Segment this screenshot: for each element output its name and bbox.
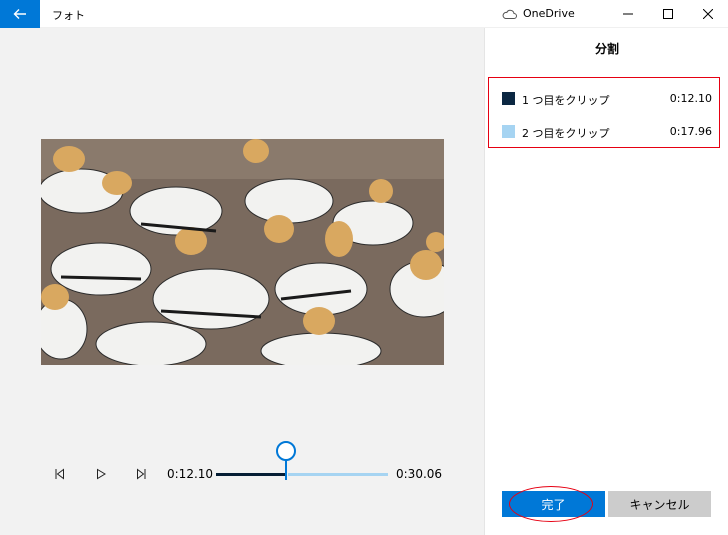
timeline-remaining[interactable] <box>288 473 388 476</box>
panel-title: 分割 <box>594 42 619 56</box>
close-button[interactable] <box>688 0 728 28</box>
clip-color-swatch <box>502 92 515 105</box>
clip-color-swatch <box>502 125 515 138</box>
current-time: 0:12.10 <box>167 467 214 481</box>
window-controls <box>608 0 728 28</box>
cancel-button[interactable]: キャンセル <box>608 491 711 517</box>
clip-label: 2 つ目をクリップ <box>522 127 610 140</box>
clip-time: 0:17.96 <box>669 125 712 138</box>
total-time: 0:30.06 <box>396 467 443 481</box>
timeline-played[interactable] <box>216 473 286 476</box>
clip-item-1[interactable]: 1 つ目をクリップ 0:12.10 <box>489 89 719 109</box>
step-forward-icon <box>137 468 146 480</box>
clip-label: 1 つ目をクリップ <box>522 94 610 107</box>
maximize-button[interactable] <box>648 0 688 28</box>
close-icon <box>703 9 713 19</box>
scrubber-handle[interactable] <box>276 441 296 461</box>
back-button[interactable] <box>0 0 40 28</box>
back-arrow-icon <box>13 9 26 19</box>
play-button[interactable] <box>93 466 109 482</box>
annotation-circle <box>509 486 593 522</box>
maximize-icon <box>663 9 673 19</box>
video-frame-image <box>41 139 444 365</box>
app-title: フォト <box>52 9 85 22</box>
next-frame-button[interactable] <box>133 466 149 482</box>
onedrive-button[interactable]: OneDrive <box>502 7 575 20</box>
minimize-icon <box>623 13 633 15</box>
onedrive-label: OneDrive <box>523 7 575 20</box>
cloud-icon <box>502 9 517 19</box>
play-icon <box>97 468 106 480</box>
split-panel: 分割 1 つ目をクリップ 0:12.10 2 つ目をクリップ 0:17.96 完… <box>484 28 728 535</box>
preview-pane: 0:12.10 0:30.06 <box>0 28 484 535</box>
clip-item-2[interactable]: 2 つ目をクリップ 0:17.96 <box>489 122 719 142</box>
step-back-icon <box>55 468 64 480</box>
playback-controls: 0:12.10 0:30.06 <box>0 441 484 513</box>
previous-frame-button[interactable] <box>52 466 68 482</box>
clip-time: 0:12.10 <box>669 92 712 105</box>
title-bar: フォト OneDrive <box>0 0 728 28</box>
video-preview[interactable] <box>41 139 444 365</box>
minimize-button[interactable] <box>608 0 648 28</box>
timeline-scrubber[interactable] <box>285 458 287 480</box>
clip-list: 1 つ目をクリップ 0:12.10 2 つ目をクリップ 0:17.96 <box>488 77 720 148</box>
